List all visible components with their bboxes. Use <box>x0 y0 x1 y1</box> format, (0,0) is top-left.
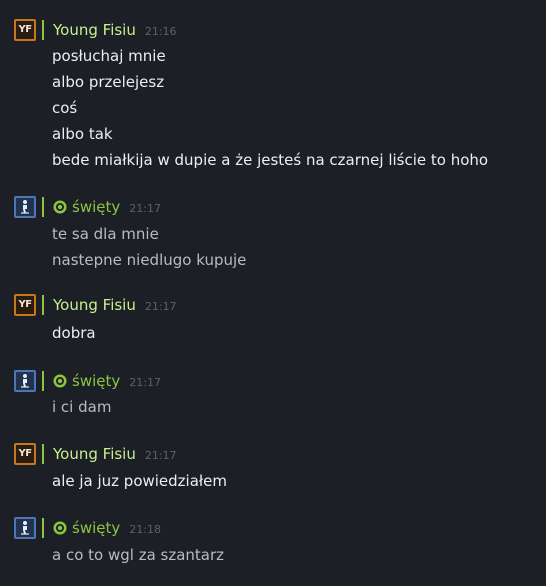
timestamp: 21:18 <box>129 522 161 536</box>
message-text: coś <box>52 99 78 117</box>
author-name[interactable]: święty <box>72 372 120 390</box>
wheelchair-figure-icon <box>21 374 29 388</box>
avatar[interactable]: YF <box>14 443 36 465</box>
timestamp: 21:16 <box>144 24 177 38</box>
author-name[interactable]: święty <box>72 519 120 537</box>
message-header: Young Fisiu 21:17 <box>53 295 177 315</box>
timestamp: 21:17 <box>144 448 177 462</box>
status-bar <box>42 371 44 391</box>
status-bar <box>42 518 44 538</box>
message-text: albo przelejesz <box>52 73 165 91</box>
avatar[interactable]: YF <box>14 294 36 316</box>
author-name[interactable]: Young Fisiu <box>53 445 136 463</box>
message-header: Young Fisiu 21:17 <box>53 444 177 464</box>
chat-log: YF Young Fisiu 21:16 posłuchaj mnie albo… <box>0 0 546 586</box>
author-name[interactable]: święty <box>72 198 120 216</box>
wheelchair-figure-icon <box>21 200 29 214</box>
timestamp: 21:17 <box>129 201 161 215</box>
author-name[interactable]: Young Fisiu <box>53 296 136 314</box>
message-header: święty 21:17 <box>53 197 161 217</box>
status-bar <box>42 197 44 217</box>
steam-level-badge-icon <box>53 521 67 535</box>
timestamp: 21:17 <box>144 299 177 313</box>
avatar[interactable] <box>14 517 36 539</box>
message-text: albo tak <box>52 125 113 143</box>
message-text: posłuchaj mnie <box>52 47 166 65</box>
status-bar <box>42 295 44 315</box>
status-bar <box>42 20 44 40</box>
message-text: ale ja juz powiedziałem <box>52 472 228 490</box>
avatar[interactable] <box>14 370 36 392</box>
avatar[interactable]: YF <box>14 19 36 41</box>
message-header: święty 21:17 <box>53 371 161 391</box>
wheelchair-figure-icon <box>21 521 29 535</box>
message-header: Young Fisiu 21:16 <box>53 20 177 40</box>
message-text: dobra <box>52 324 96 342</box>
message-text: bede miałkija w dupie a że jesteś na cza… <box>52 151 489 169</box>
message-text: i ci dam <box>52 398 112 416</box>
message-header: święty 21:18 <box>53 518 161 538</box>
message-text: nastepne niedlugo kupuje <box>52 251 247 269</box>
message-text: a co to wgl za szantarz <box>52 546 225 564</box>
steam-level-badge-icon <box>53 200 67 214</box>
avatar[interactable] <box>14 196 36 218</box>
author-name[interactable]: Young Fisiu <box>53 21 136 39</box>
status-bar <box>42 444 44 464</box>
steam-level-badge-icon <box>53 374 67 388</box>
message-text: te sa dla mnie <box>52 225 159 243</box>
timestamp: 21:17 <box>129 375 161 389</box>
